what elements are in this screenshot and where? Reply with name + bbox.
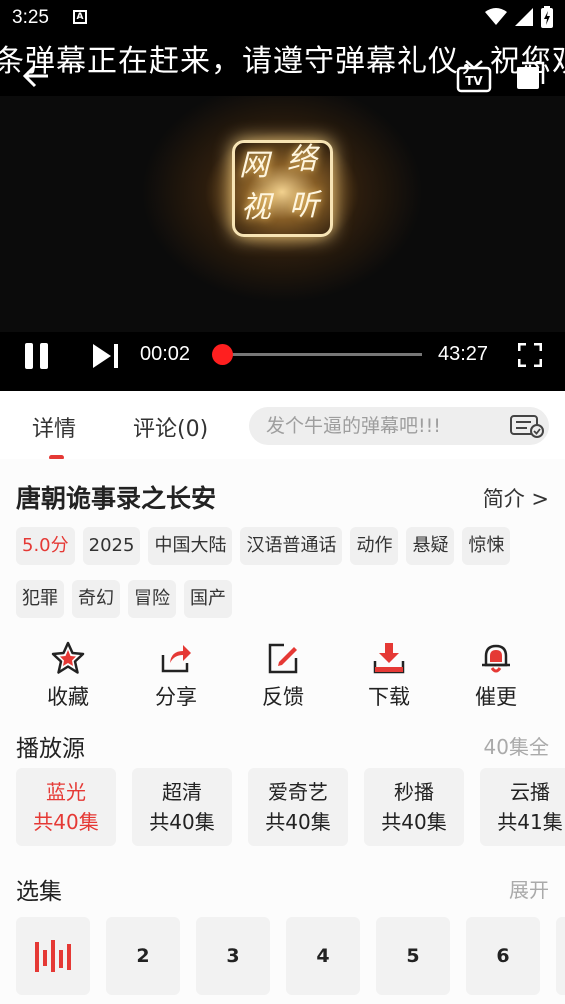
tag-list: 5.0分 2025 中国大陆 汉语普通话 动作 悬疑 惊悚 犯罪 奇幻 冒险 国… — [16, 527, 556, 618]
tag-genre-action[interactable]: 动作 — [350, 527, 399, 565]
tag-genre-thriller[interactable]: 惊悚 — [462, 527, 511, 565]
source-name: 超清 — [162, 780, 202, 804]
episode-item[interactable]: 2 — [106, 917, 180, 995]
copy-window-icon — [517, 61, 545, 89]
tag-domestic[interactable]: 国产 — [184, 580, 232, 618]
tab-details[interactable]: 详情 — [32, 411, 76, 443]
logo-char-2: 络 — [287, 142, 317, 177]
source-name: 蓝光 — [46, 780, 86, 804]
logo-char-3: 视 — [241, 190, 271, 225]
next-button[interactable] — [92, 343, 120, 373]
feedback-button[interactable]: 反馈 — [243, 641, 323, 711]
status-icons — [485, 6, 553, 28]
video-logo: 网 络 视 听 — [232, 140, 333, 237]
tag-genre-crime[interactable]: 犯罪 — [16, 580, 64, 618]
wifi-icon — [485, 8, 507, 25]
logo-char-4: 听 — [289, 188, 319, 223]
back-arrow-icon — [22, 64, 48, 88]
download-button[interactable]: 下载 — [349, 641, 429, 711]
source-item[interactable]: 云播 共41集 — [480, 768, 565, 846]
total-time: 43:27 — [438, 343, 489, 365]
tag-genre-adventure[interactable]: 冒险 — [128, 580, 176, 618]
tv-icon: TV — [456, 60, 492, 93]
episode-item[interactable]: 3 — [196, 917, 270, 995]
danmaku-input[interactable]: 发个牛逼的弹幕吧!!! — [249, 407, 549, 445]
status-bar: 3:25 A — [0, 0, 565, 36]
pause-button[interactable] — [24, 342, 50, 374]
expand-link[interactable]: 展开 — [509, 874, 549, 903]
source-count: 共40集 — [33, 810, 99, 834]
action-bar: 收藏 分享 反馈 下载 催更 — [0, 641, 565, 711]
episode-item-playing[interactable] — [16, 917, 90, 995]
share-label: 分享 — [155, 685, 197, 709]
status-time: 3:25 — [12, 7, 49, 28]
source-name: 秒播 — [394, 780, 434, 804]
source-item[interactable]: 超清 共40集 — [132, 768, 232, 846]
tag-year[interactable]: 2025 — [82, 527, 141, 565]
score-tag: 5.0分 — [16, 527, 75, 565]
detail-panel: 唐朝诡事录之长安 简介 > 5.0分 2025 中国大陆 汉语普通话 动作 悬疑… — [0, 459, 565, 1004]
tag-region[interactable]: 中国大陆 — [148, 527, 233, 565]
tag-genre-suspense[interactable]: 悬疑 — [406, 527, 455, 565]
source-item[interactable]: 爱奇艺 共40集 — [248, 768, 348, 846]
tab-comments[interactable]: 评论(0) — [133, 411, 208, 443]
fullscreen-icon — [517, 342, 543, 368]
current-time: 00:02 — [140, 343, 191, 365]
bell-icon — [482, 644, 510, 673]
favorite-label: 收藏 — [47, 685, 89, 709]
episode-item[interactable]: 5 — [376, 917, 450, 995]
episode-item[interactable]: 4 — [286, 917, 360, 995]
download-label: 下载 — [368, 685, 410, 709]
source-list: 蓝光 共40集 超清 共40集 爱奇艺 共40集 秒播 共40集 云播 共41集 — [16, 768, 565, 848]
danmaku-settings-icon[interactable] — [509, 414, 545, 438]
back-button[interactable] — [16, 56, 56, 96]
skip-next-icon — [93, 344, 118, 368]
episode-item[interactable] — [556, 917, 565, 995]
source-item[interactable]: 蓝光 共40集 — [16, 768, 116, 846]
tag-genre-fantasy[interactable]: 奇幻 — [72, 580, 120, 618]
danmaku-input-placeholder: 发个牛逼的弹幕吧!!! — [266, 415, 441, 437]
episodes-title: 选集 — [16, 879, 62, 905]
video-player[interactable]: 网 络 视 听 3:25 A 条弹幕正在赶来，请遵守弹幕礼仪，祝您观 TV 00… — [0, 0, 565, 391]
source-count: 共40集 — [149, 810, 215, 834]
tv-icon-label: TV — [465, 74, 483, 88]
star-icon — [51, 641, 85, 674]
episode-item[interactable]: 6 — [466, 917, 540, 995]
source-name: 云播 — [510, 780, 550, 804]
source-count: 共40集 — [381, 810, 447, 834]
logo-char-1: 网 — [239, 148, 269, 183]
pause-icon — [25, 343, 48, 369]
share-button[interactable]: 分享 — [136, 641, 216, 711]
feedback-label: 反馈 — [262, 685, 304, 709]
show-title: 唐朝诡事录之长安 — [16, 484, 217, 513]
sources-summary: 40集全 — [483, 735, 549, 759]
fullscreen-button[interactable] — [517, 342, 543, 371]
progress-track[interactable] — [222, 353, 422, 356]
battery-icon — [541, 6, 553, 28]
now-playing-icon — [35, 940, 71, 972]
intro-link[interactable]: 简介 > — [483, 483, 549, 513]
edit-icon — [268, 643, 298, 674]
source-count: 共41集 — [497, 810, 563, 834]
remind-update-button[interactable]: 催更 — [456, 641, 536, 711]
remind-update-label: 催更 — [475, 685, 517, 709]
episode-list: 2 3 4 5 6 — [16, 917, 565, 997]
source-name: 爱奇艺 — [268, 780, 328, 804]
source-count: 共40集 — [265, 810, 331, 834]
source-item[interactable]: 秒播 共40集 — [364, 768, 464, 846]
tag-language[interactable]: 汉语普通话 — [240, 527, 343, 565]
sources-title: 播放源 — [16, 736, 85, 762]
tab-bar: 详情 评论(0) 发个牛逼的弹幕吧!!! — [0, 391, 565, 460]
cast-tv-button[interactable]: TV — [454, 56, 494, 96]
progress-thumb[interactable] — [212, 344, 233, 365]
player-controls: 00:02 43:27 — [0, 332, 565, 391]
pip-button[interactable] — [510, 56, 550, 96]
notification-icon: A — [73, 10, 87, 24]
download-icon — [373, 643, 405, 674]
favorite-button[interactable]: 收藏 — [28, 641, 108, 711]
share-icon — [161, 645, 191, 673]
video-frame[interactable]: 网 络 视 听 — [0, 96, 565, 332]
signal-icon — [515, 8, 533, 26]
